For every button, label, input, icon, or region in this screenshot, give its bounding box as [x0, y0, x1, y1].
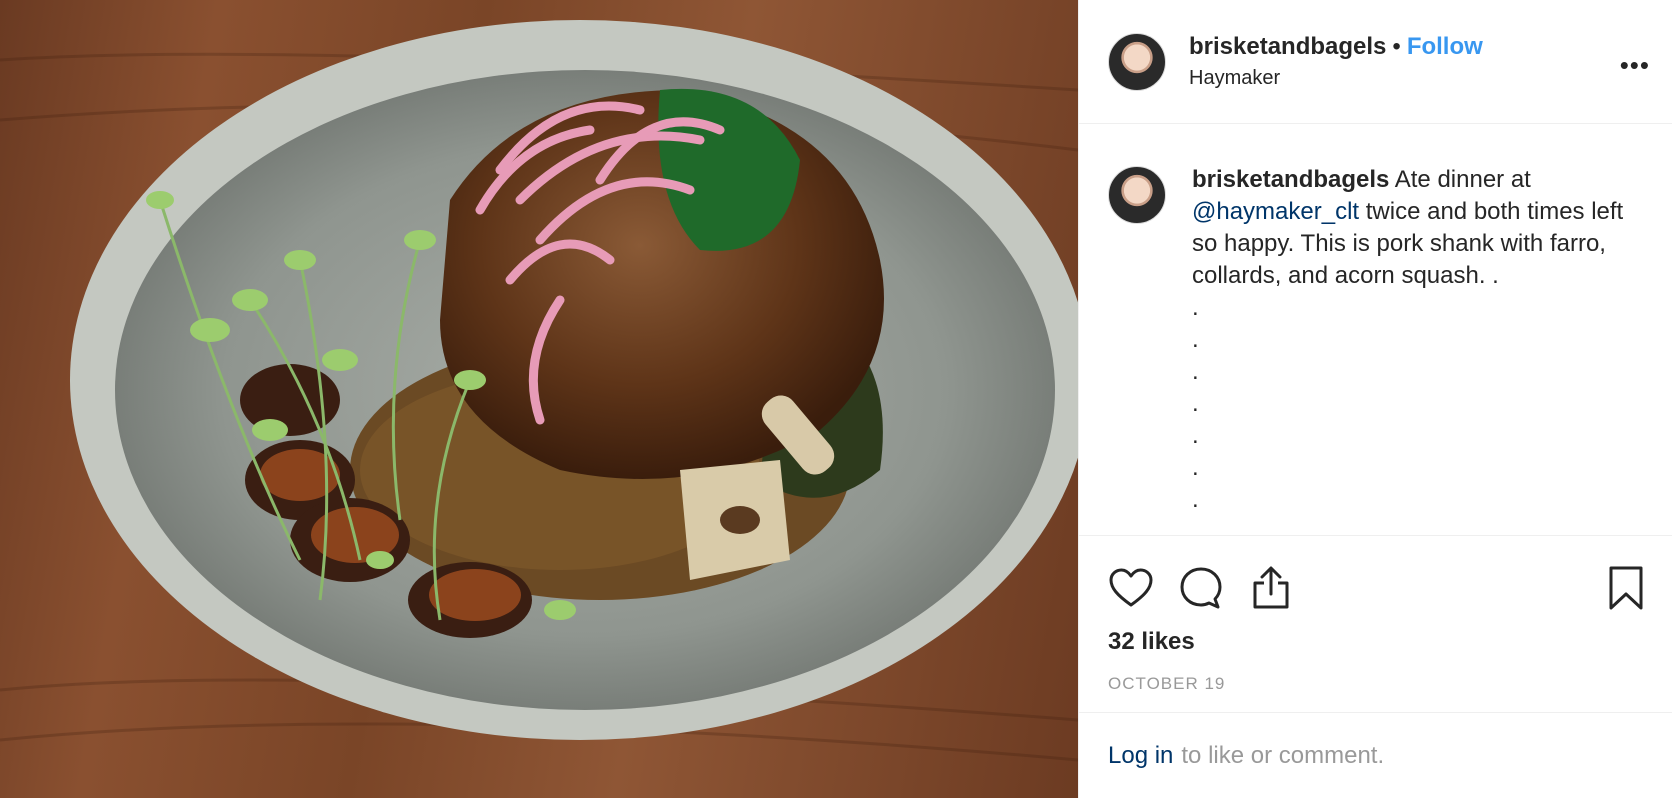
heart-icon[interactable] [1107, 564, 1155, 612]
login-prompt: Log in to like or comment. [1079, 712, 1672, 798]
food-photo-illustration [0, 20, 1078, 762]
caption-section: brisketandbagels Ate dinner at @haymaker… [1079, 124, 1672, 536]
caption-dot: . [1192, 454, 1199, 481]
post-side-panel: brisketandbagels • Follow Haymaker ••• bri… [1078, 0, 1672, 798]
post-photo[interactable] [0, 0, 1078, 798]
likes-count[interactable]: 32 likes [1079, 618, 1672, 656]
share-icon[interactable] [1247, 564, 1295, 612]
bookmark-icon[interactable] [1602, 564, 1650, 612]
post-date[interactable]: OCTOBER 19 [1079, 656, 1672, 694]
instagram-post: brisketandbagels • Follow Haymaker ••• bri… [0, 0, 1672, 798]
login-link[interactable]: Log in [1108, 742, 1173, 770]
caption-dot: . [1192, 422, 1199, 449]
caption-dot: . [1192, 486, 1199, 513]
caption-dot: . [1192, 358, 1199, 385]
follow-button[interactable]: Follow [1407, 33, 1483, 60]
header-text: brisketandbagels • Follow Haymaker [1189, 33, 1483, 90]
header-username[interactable]: brisketandbagels [1189, 33, 1386, 60]
caption-username[interactable]: brisketandbagels [1192, 166, 1389, 193]
caption-mention[interactable]: @haymaker_clt [1192, 198, 1359, 225]
login-prompt-text: to like or comment. [1181, 741, 1385, 769]
comment-icon[interactable] [1177, 564, 1225, 612]
header-separator: • [1392, 33, 1401, 60]
caption-dot: . [1192, 294, 1199, 321]
caption-text-before: Ate dinner at [1389, 166, 1531, 193]
caption-dot: . [1192, 390, 1199, 417]
caption-avatar[interactable] [1108, 166, 1166, 224]
action-bar [1079, 536, 1672, 618]
location-link[interactable]: Haymaker [1189, 67, 1483, 90]
more-options-icon[interactable]: ••• [1620, 50, 1650, 81]
avatar[interactable] [1108, 32, 1166, 91]
caption-dot: . [1192, 326, 1199, 353]
caption-text: brisketandbagels Ate dinner at @haymaker… [1192, 164, 1632, 535]
post-header: brisketandbagels • Follow Haymaker ••• [1079, 0, 1672, 124]
